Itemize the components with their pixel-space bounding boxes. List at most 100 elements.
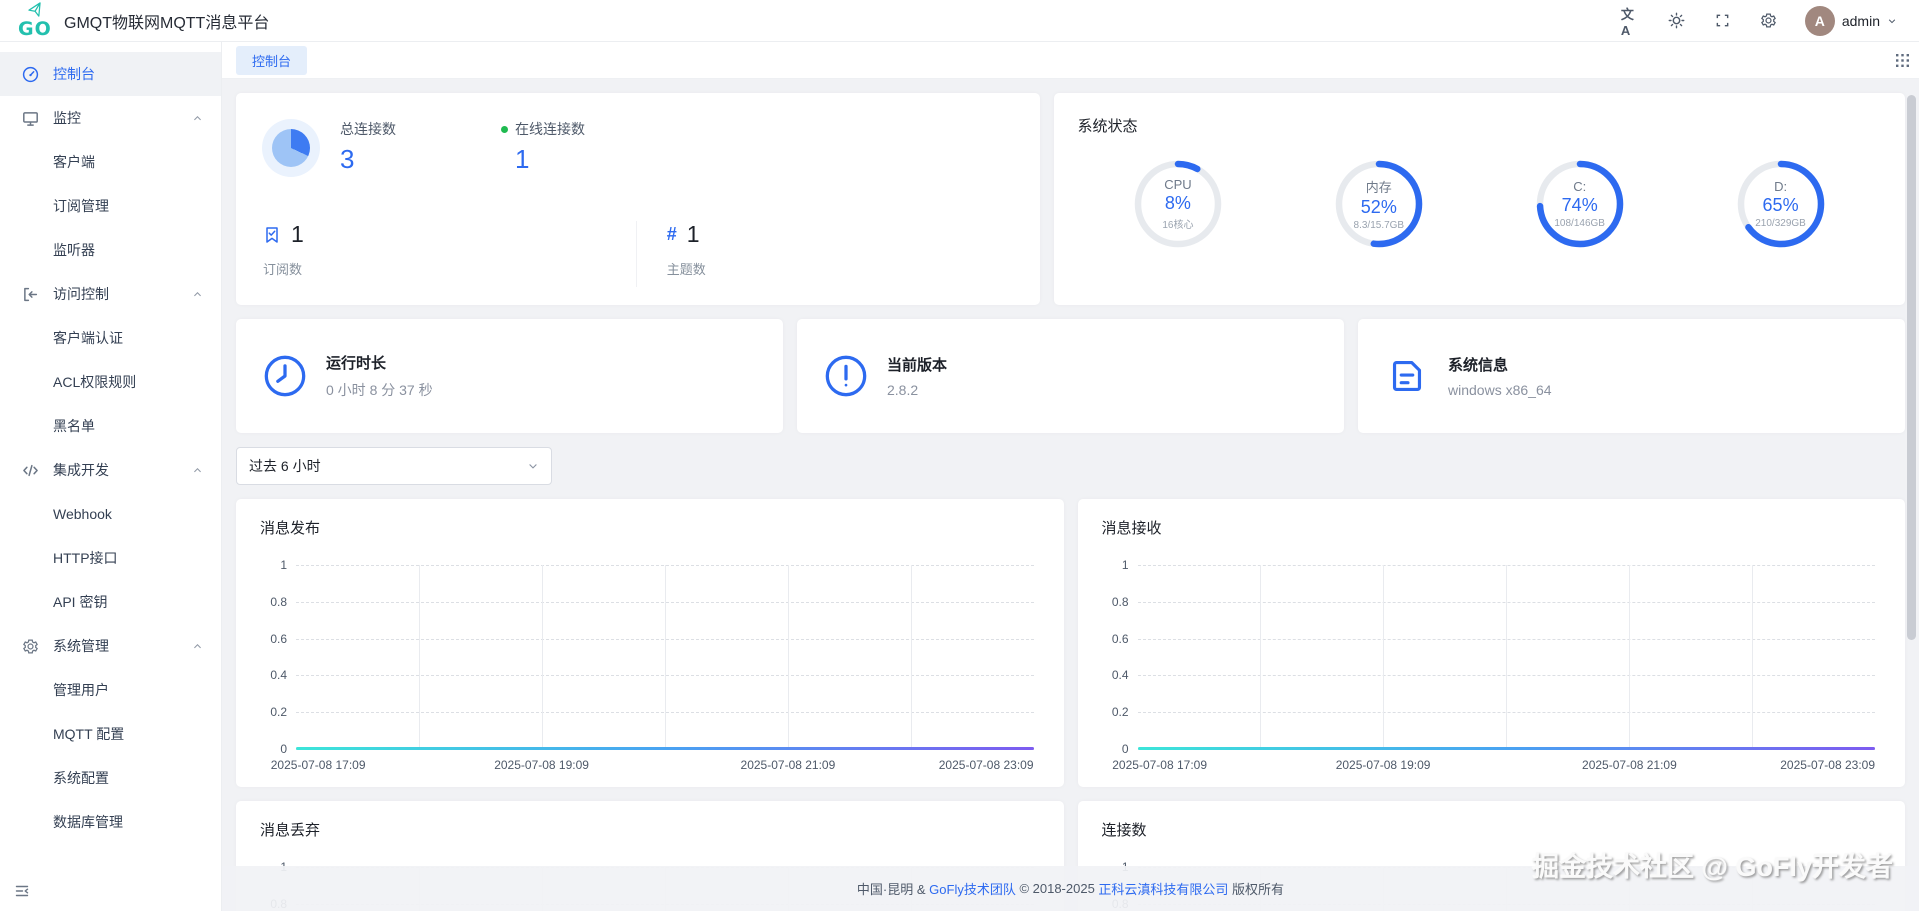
info-card-title: 运行时长 [326, 355, 387, 372]
sidebar-subitem-database[interactable]: 数据库管理 [0, 800, 221, 844]
subscriptions-label: 订阅数 [263, 262, 303, 277]
v-gridline [910, 565, 912, 749]
sidebar-item-dashboard[interactable]: 控制台 [0, 52, 221, 96]
vertical-scrollbar[interactable] [1907, 95, 1916, 640]
sidebar-subitem-label: 客户端认证 [53, 330, 123, 346]
sidebar-subitem-listeners[interactable]: 监听器 [0, 228, 221, 272]
y-tick-label: 0.4 [270, 668, 287, 683]
v-gridline [1506, 565, 1508, 749]
y-tick-label: 1 [1121, 558, 1129, 572]
settings-gear-icon[interactable] [1759, 11, 1779, 31]
online-connections-stat: 在线连接数 1 [501, 119, 585, 175]
theme-sun-icon[interactable] [1667, 11, 1687, 31]
chart-series-line [296, 747, 1034, 750]
info-card-system-info: 系统信息 windows x86_64 [1358, 319, 1905, 433]
logo-text: GO [18, 17, 52, 40]
tab-console[interactable]: 控制台 [236, 45, 308, 75]
y-tick-label: 0.8 [1111, 594, 1129, 609]
gauge-3: D: 65% 210/329GB [1733, 156, 1829, 252]
username: admin [1841, 12, 1880, 29]
gauge-2: C: 74% 108/146GB [1532, 156, 1628, 252]
footer-link[interactable]: 正科云滇科技有限公司 [1098, 879, 1228, 898]
v-gridline [541, 565, 543, 749]
gauge-percent: 74% [1561, 195, 1598, 215]
sidebar-subitem-label: HTTP接口 [53, 550, 118, 566]
sidebar-item-label: 监控 [53, 110, 81, 126]
fullscreen-icon[interactable] [1713, 11, 1733, 31]
sidebar-item-access-control[interactable]: 访问控制 [0, 272, 221, 316]
sidebar-subitem-label: 系统配置 [53, 770, 109, 786]
sidebar-subitem-label: 客户端 [53, 154, 95, 170]
sidebar-subitem-label: API 密钥 [53, 594, 108, 610]
gauge-percent: 8% [1164, 193, 1191, 213]
sidebar-subitem-subscriptions[interactable]: 订阅管理 [0, 184, 221, 228]
chart-x-axis: 2025-07-08 17:09 2025-07-08 19:09 2025-07-… [271, 758, 1034, 774]
sidebar-collapse-icon[interactable] [14, 883, 30, 899]
tab-options-grid-icon[interactable] [1896, 53, 1909, 67]
chart-card-msg-publish: 消息发布 0 0.2 0.4 0.6 0.8 1 2025-07-08 17:09 2025… [236, 499, 1064, 787]
sidebar-item-label: 访问控制 [53, 286, 109, 302]
gauge-sub: 16核心 [1162, 220, 1194, 231]
sidebar-subitem-blacklist[interactable]: 黑名单 [0, 404, 221, 448]
time-range-select[interactable]: 过去 6 小时 [236, 447, 552, 485]
tab-bar: 控制台 [222, 42, 1919, 79]
footer-text: 中国·昆明 & [856, 882, 930, 897]
sidebar-subitem-label: MQTT 配置 [53, 726, 125, 742]
total-connections-label: 总连接数 [340, 121, 396, 137]
chart-card-msg-receive: 消息接收 0 0.2 0.4 0.6 0.8 1 2025-07-08 17:09 2025… [1077, 499, 1905, 787]
charts-row-1: 消息发布 0 0.2 0.4 0.6 0.8 1 2025-07-08 17:09 2025… [236, 499, 1905, 787]
v-gridline [787, 565, 789, 749]
v-gridline [1629, 565, 1631, 749]
sidebar-subitem-webhook[interactable]: Webhook [0, 492, 221, 536]
paper-plane-icon [26, 1, 44, 19]
chart-series-line [1137, 747, 1875, 750]
chart-plot: 0 0.2 0.4 0.6 0.8 1 [1112, 558, 1875, 756]
user-menu[interactable]: A admin [1804, 5, 1897, 36]
sidebar-subitem-acl-rules[interactable]: ACL权限规则 [0, 360, 221, 404]
access-control-icon [22, 286, 40, 303]
hash-icon: # [666, 224, 677, 244]
sidebar-subitem-clients[interactable]: 客户端 [0, 140, 221, 184]
x-tick-label: 2025-07-08 21:09 [1582, 758, 1677, 772]
online-dot-icon [501, 125, 508, 133]
app-title: GMQT物联网MQTT消息平台 [64, 14, 270, 32]
v-gridline [1383, 565, 1385, 749]
chart-x-axis: 2025-07-08 17:09 2025-07-08 19:09 2025-07-… [1112, 758, 1875, 774]
chart-title: 消息接收 [1101, 520, 1162, 537]
sidebar-subitem-http-api[interactable]: HTTP接口 [0, 536, 221, 580]
sidebar-subitem-mqtt-config[interactable]: MQTT 配置 [0, 712, 221, 756]
y-tick-label: 0 [1121, 742, 1129, 756]
pie-chart-icon [262, 119, 320, 177]
system-status-title: 系统状态 [1077, 118, 1138, 135]
document-icon [1384, 353, 1430, 399]
sidebar-subitem-label: 数据库管理 [53, 814, 123, 830]
total-connections-value: 3 [340, 144, 355, 174]
sidebar-subitem-system-config[interactable]: 系统配置 [0, 756, 221, 800]
app-logo: GO [16, 1, 54, 40]
sidebar-item-label: 系统管理 [53, 638, 109, 654]
y-tick-label: 1 [280, 558, 287, 572]
sidebar-subitem-label: 订阅管理 [53, 198, 109, 214]
sidebar-item-integration[interactable]: 集成开发 [0, 448, 221, 492]
footer-link[interactable]: GoFly技术团队 [929, 879, 1016, 898]
bookmark-icon [263, 226, 281, 244]
sub-stats: 1 订阅数 # 1 主题数 [236, 221, 1040, 287]
translate-icon[interactable]: 文A [1621, 7, 1641, 38]
x-tick-label: 2025-07-08 19:09 [494, 758, 589, 772]
footer-text: © 2018-2025 [1015, 881, 1099, 896]
sidebar-item-monitor[interactable]: 监控 [0, 96, 221, 140]
sidebar-subitem-admin-users[interactable]: 管理用户 [0, 668, 221, 712]
y-tick-label: 0 [280, 742, 287, 756]
gauge-sub: 8.3/15.7GB [1353, 220, 1405, 231]
gauge-label: 内存 [1365, 180, 1392, 195]
subscriptions-value: 1 [291, 221, 304, 247]
sidebar-subitem-client-auth[interactable]: 客户端认证 [0, 316, 221, 360]
info-card-value: windows x86_64 [1448, 382, 1552, 398]
sidebar-item-system[interactable]: 系统管理 [0, 624, 221, 668]
chart-plot: 0 0.2 0.4 0.6 0.8 1 [270, 558, 1034, 756]
chart-title: 消息发布 [260, 520, 321, 537]
sidebar-subitem-api-keys[interactable]: API 密钥 [0, 580, 221, 624]
topics-label: 主题数 [666, 262, 706, 277]
monitor-icon [22, 110, 40, 127]
sidebar-subitem-label: Webhook [53, 506, 112, 522]
